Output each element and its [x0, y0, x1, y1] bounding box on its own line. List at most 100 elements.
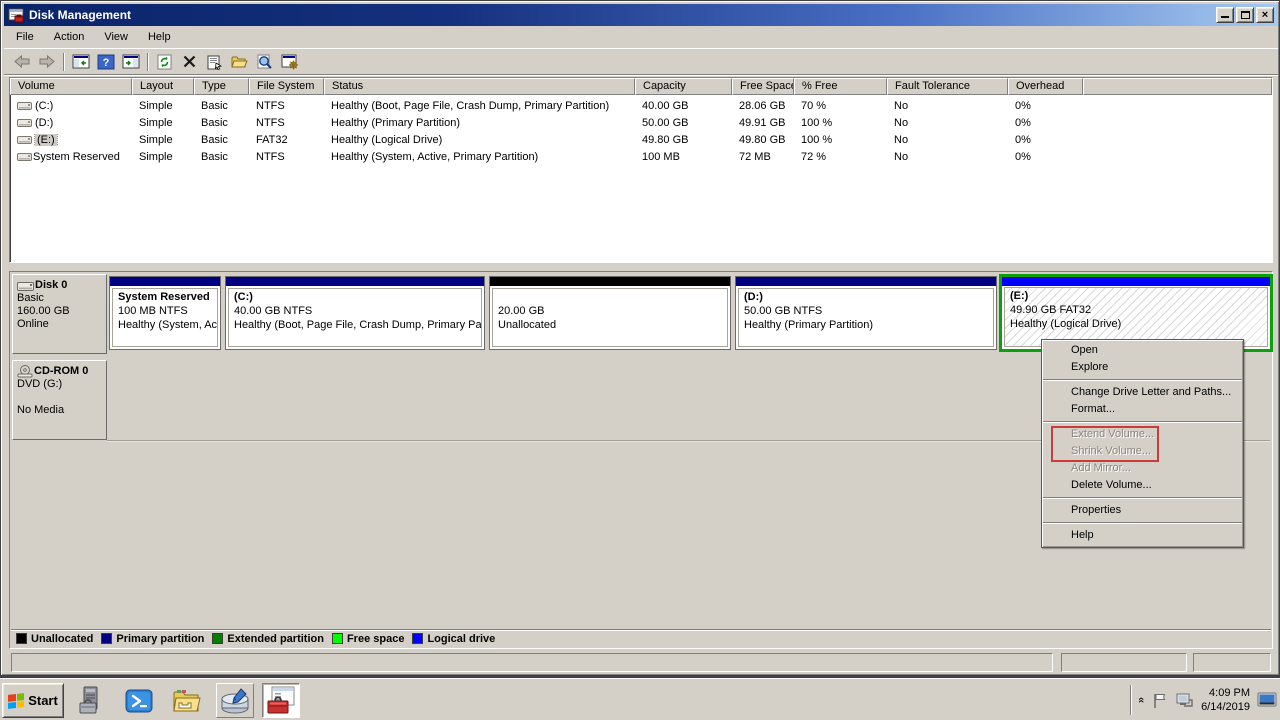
column-header-type[interactable]: Type	[194, 78, 249, 95]
start-button[interactable]: Start	[2, 683, 64, 718]
cell-pct-free: 100 %	[794, 117, 887, 129]
column-header-capacity[interactable]: Capacity	[635, 78, 732, 95]
svg-text:?: ?	[102, 57, 109, 69]
menu-view[interactable]: View	[94, 29, 138, 46]
partition-d[interactable]: (D:) 50.00 GB NTFS Healthy (Primary Part…	[735, 276, 997, 350]
action-pane-icon	[122, 54, 140, 69]
refresh-button[interactable]	[152, 51, 177, 73]
maximize-button[interactable]	[1236, 7, 1254, 23]
taskbar-icon-powershell[interactable]	[120, 683, 158, 718]
column-header-file-system[interactable]: File System	[249, 78, 324, 95]
cell-fault-tolerance: No	[887, 117, 1008, 129]
cell-overhead: 0%	[1008, 117, 1083, 129]
forward-button[interactable]	[34, 51, 59, 73]
menu-file[interactable]: File	[10, 29, 44, 46]
legend-logical-drive: Logical drive	[412, 633, 495, 645]
properties-button[interactable]	[202, 51, 227, 73]
toolbar-separator	[147, 53, 148, 71]
delete-button[interactable]	[177, 51, 202, 73]
status-bar-panel	[1061, 653, 1187, 672]
column-header-free-space[interactable]: Free Space	[732, 78, 794, 95]
disk-management-icon	[220, 687, 250, 715]
cell-fault-tolerance: No	[887, 134, 1008, 146]
partition-status: Healthy (System, Active, Primary Partiti…	[118, 318, 217, 332]
column-header-volume[interactable]: Volume	[10, 78, 132, 95]
volume-name: System Reserved	[33, 151, 120, 163]
menu-item-properties[interactable]: Properties	[1042, 502, 1243, 519]
console-options-button[interactable]	[277, 51, 302, 73]
menu-help[interactable]: Help	[138, 29, 181, 46]
volume-name: (C:)	[35, 100, 53, 112]
display-icon[interactable]	[1257, 692, 1277, 709]
column-header-status[interactable]: Status	[324, 78, 635, 95]
column-header-filler	[1083, 78, 1272, 95]
cell-status: Healthy (Boot, Page File, Crash Dump, Pr…	[324, 100, 635, 112]
close-button[interactable]: ×	[1256, 7, 1274, 23]
menu-separator	[1043, 522, 1242, 524]
partition-unallocated[interactable]: 20.00 GB Unallocated	[489, 276, 731, 350]
table-row-d[interactable]: (D:) Simple Basic NTFS Healthy (Primary …	[10, 114, 1272, 131]
disk-icon	[17, 280, 34, 292]
column-header-pct-free[interactable]: % Free	[794, 78, 887, 95]
menu-item-help[interactable]: Help	[1042, 527, 1243, 544]
action-center-flag-icon[interactable]	[1151, 692, 1168, 709]
cell-status: Healthy (Primary Partition)	[324, 117, 635, 129]
legend-free-space: Free space	[332, 633, 404, 645]
menu-action[interactable]: Action	[44, 29, 95, 46]
maximize-icon	[1241, 11, 1250, 19]
open-button[interactable]	[227, 51, 252, 73]
magnifier-icon	[256, 54, 273, 70]
taskbar-icon-server-manager[interactable]	[72, 683, 110, 718]
help-button[interactable]: ?	[93, 51, 118, 73]
table-row-e-selected[interactable]: (E:) Simple Basic FAT32 Healthy (Logical…	[10, 131, 1272, 148]
menu-item-shrink-volume: Shrink Volume...	[1042, 443, 1243, 460]
toolbar-separator	[63, 53, 64, 71]
cell-overhead: 0%	[1008, 100, 1083, 112]
cell-overhead: 0%	[1008, 134, 1083, 146]
column-header-fault-tolerance[interactable]: Fault Tolerance	[887, 78, 1008, 95]
menu-item-explore[interactable]: Explore	[1042, 359, 1243, 376]
server-manager-icon	[77, 686, 105, 716]
cdrom-label[interactable]: CD-ROM 0 DVD (G:) No Media	[12, 360, 107, 440]
close-icon: ×	[1262, 10, 1268, 20]
column-header-overhead[interactable]: Overhead	[1008, 78, 1083, 95]
title-bar[interactable]: Disk Management ×	[4, 4, 1278, 26]
show-action-pane-button[interactable]	[118, 51, 143, 73]
show-console-tree-button[interactable]	[68, 51, 93, 73]
column-header-layout[interactable]: Layout	[132, 78, 194, 95]
toolbar-divider	[4, 74, 1278, 76]
primary-partition-stripe	[110, 277, 220, 286]
back-button[interactable]	[9, 51, 34, 73]
menu-item-format[interactable]: Format...	[1042, 401, 1243, 418]
partition-size: 100 MB NTFS	[118, 304, 217, 318]
find-button[interactable]	[252, 51, 277, 73]
table-row-system-reserved[interactable]: System Reserved Simple Basic NTFS Health…	[10, 148, 1272, 165]
network-icon[interactable]	[1175, 692, 1194, 709]
table-row-c[interactable]: (C:) Simple Basic NTFS Healthy (Boot, Pa…	[10, 97, 1272, 114]
cell-pct-free: 70 %	[794, 100, 887, 112]
mmc-toolbox-icon	[266, 686, 296, 716]
cdrom-media: No Media	[17, 404, 103, 417]
cell-status: Healthy (Logical Drive)	[324, 134, 635, 146]
partition-system-reserved[interactable]: System Reserved 100 MB NTFS Healthy (Sys…	[109, 276, 221, 350]
disk0-label[interactable]: Disk 0 Basic 160.00 GB Online	[12, 274, 107, 354]
menu-item-change-drive-letter[interactable]: Change Drive Letter and Paths...	[1042, 384, 1243, 401]
legend-unallocated: Unallocated	[16, 633, 93, 645]
show-hidden-icons-chevron[interactable]: «	[1135, 697, 1147, 703]
legend-swatch-logical-drive	[412, 633, 423, 644]
disk0-kind: Basic	[17, 292, 103, 305]
taskbar-icon-disk-management[interactable]	[216, 683, 254, 718]
tray-date: 6/14/2019	[1201, 700, 1250, 714]
taskbar-icon-mmc-console[interactable]	[262, 683, 300, 718]
partition-size: 49.90 GB FAT32	[1010, 303, 1267, 317]
menu-item-delete-volume[interactable]: Delete Volume...	[1042, 477, 1243, 494]
app-icon	[8, 8, 24, 23]
partition-c[interactable]: (C:) 40.00 GB NTFS Healthy (Boot, Page F…	[225, 276, 485, 350]
menu-item-open[interactable]: Open	[1042, 342, 1243, 359]
menu-item-extend-volume: Extend Volume...	[1042, 426, 1243, 443]
logical-drive-stripe	[1002, 277, 1270, 286]
minimize-button[interactable]	[1216, 7, 1234, 23]
taskbar-icon-explorer[interactable]	[168, 683, 206, 718]
tray-clock[interactable]: 4:09 PM 6/14/2019	[1201, 686, 1250, 714]
volume-list-pane: Volume Layout Type File System Status Ca…	[9, 77, 1273, 263]
